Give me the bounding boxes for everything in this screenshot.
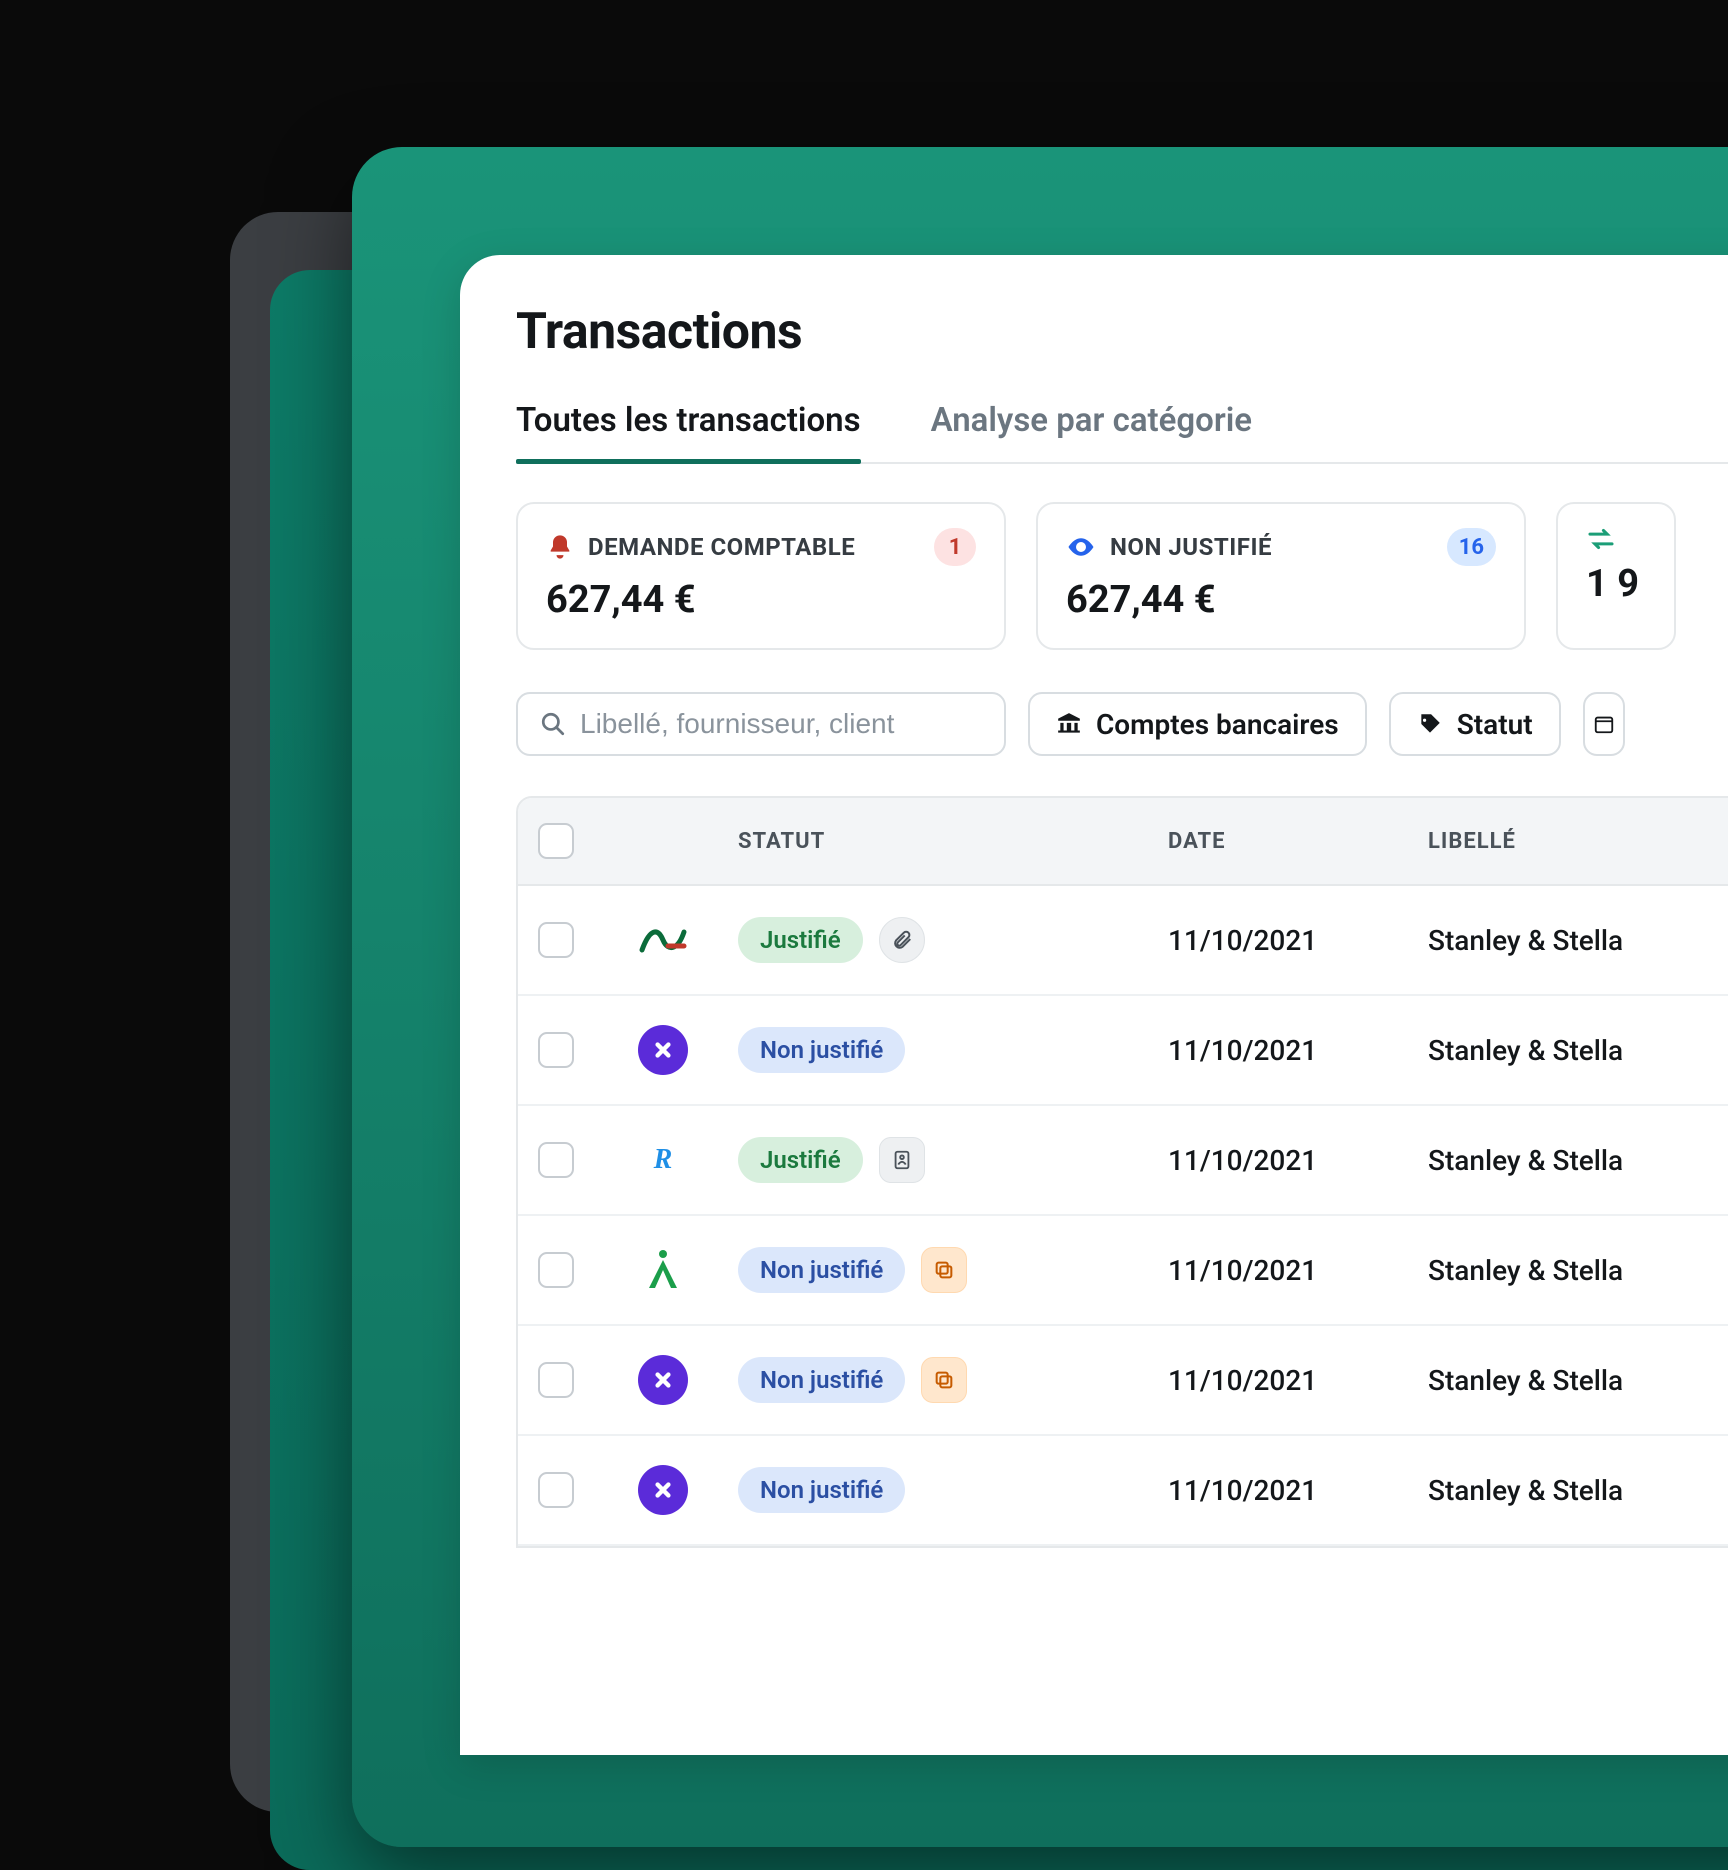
eye-icon (1066, 532, 1096, 562)
col-date: DATE (1168, 829, 1428, 854)
app-window: Transactions Toutes les transactions Ana… (352, 147, 1728, 1847)
row-date: 11/10/2021 (1168, 1254, 1428, 1287)
row-label: Stanley & Stella (1428, 1364, 1728, 1397)
table-row[interactable]: Non justifié 11/10/2021 Stanley & Stella (518, 996, 1728, 1106)
row-date: 11/10/2021 (1168, 1034, 1428, 1067)
summary-row: DEMANDE COMPTABLE 1 627,44 € NON JUSTIFI… (516, 502, 1728, 650)
bell-icon (546, 533, 574, 561)
status-pill: Non justifié (738, 1357, 905, 1403)
status-pill: Non justifié (738, 1027, 905, 1073)
tab-all-transactions[interactable]: Toutes les transactions (516, 401, 861, 462)
row-label: Stanley & Stella (1428, 1144, 1728, 1177)
table-row[interactable]: R Justifié 11/10/2021 Stanley & Stella (518, 1106, 1728, 1216)
search-icon (540, 711, 566, 737)
summary-card-clipped[interactable]: 1 9 (1556, 502, 1676, 650)
row-label: Stanley & Stella (1428, 1474, 1728, 1507)
summary-card-unjustified[interactable]: NON JUSTIFIÉ 16 627,44 € (1036, 502, 1526, 650)
summary-badge: 1 (934, 528, 976, 566)
row-checkbox[interactable] (538, 1032, 574, 1068)
row-date: 11/10/2021 (1168, 924, 1428, 957)
copy-icon[interactable] (921, 1247, 967, 1293)
filter-status[interactable]: Statut (1389, 692, 1561, 756)
bank-logo-purple (638, 1355, 688, 1405)
bank-icon (1056, 711, 1082, 737)
table-header: STATUT DATE LIBELLÉ (518, 798, 1728, 886)
table-row[interactable]: Non justifié 11/10/2021 Stanley & Stella (518, 1436, 1728, 1546)
row-date: 11/10/2021 (1168, 1144, 1428, 1177)
swap-icon (1586, 528, 1616, 550)
calendar-icon (1593, 711, 1615, 737)
row-checkbox[interactable] (538, 1142, 574, 1178)
bank-logo-ca (638, 915, 688, 965)
row-checkbox[interactable] (538, 1472, 574, 1508)
page-title: Transactions (516, 303, 1728, 361)
filter-label: Statut (1457, 708, 1533, 741)
content-card: Transactions Toutes les transactions Ana… (460, 255, 1728, 1755)
summary-badge: 16 (1447, 528, 1496, 566)
tabs: Toutes les transactions Analyse par caté… (516, 401, 1728, 464)
search-input-wrapper[interactable] (516, 692, 1006, 756)
transactions-table: STATUT DATE LIBELLÉ Justifié (516, 796, 1728, 1548)
table-row[interactable]: Non justifié 11/10/2021 Stanley & Stella (518, 1326, 1728, 1436)
search-input[interactable] (580, 708, 982, 740)
row-label: Stanley & Stella (1428, 1034, 1728, 1067)
filter-clipped[interactable] (1583, 692, 1625, 756)
row-checkbox[interactable] (538, 1362, 574, 1398)
filter-label: Comptes bancaires (1096, 708, 1339, 741)
paperclip-icon[interactable] (879, 917, 925, 963)
summary-value: 1 9 (1586, 562, 1646, 606)
filter-bank-accounts[interactable]: Comptes bancaires (1028, 692, 1367, 756)
summary-value: 627,44 € (546, 578, 976, 622)
row-label: Stanley & Stella (1428, 924, 1728, 957)
table-row[interactable]: Non justifié 11/10/2021 Stanley & Stella (518, 1216, 1728, 1326)
summary-label: NON JUSTIFIÉ (1110, 533, 1272, 561)
tag-icon (1417, 711, 1443, 737)
receipt-icon[interactable] (879, 1137, 925, 1183)
status-pill: Justifié (738, 1137, 863, 1183)
table-row[interactable]: Justifié 11/10/2021 Stanley & Stella (518, 886, 1728, 996)
row-checkbox[interactable] (538, 922, 574, 958)
select-all-checkbox[interactable] (538, 823, 574, 859)
row-checkbox[interactable] (538, 1252, 574, 1288)
summary-label: DEMANDE COMPTABLE (588, 533, 855, 561)
bank-logo-revolut: R (638, 1135, 688, 1185)
status-pill: Non justifié (738, 1467, 905, 1513)
status-pill: Justifié (738, 917, 863, 963)
summary-card-accounting-request[interactable]: DEMANDE COMPTABLE 1 627,44 € (516, 502, 1006, 650)
summary-value: 627,44 € (1066, 578, 1496, 622)
col-status: STATUT (738, 829, 1168, 854)
tab-category-analysis[interactable]: Analyse par catégorie (931, 401, 1252, 462)
copy-icon[interactable] (921, 1357, 967, 1403)
bank-logo-star (638, 1245, 688, 1295)
filter-row: Comptes bancaires Statut (516, 692, 1728, 756)
row-date: 11/10/2021 (1168, 1364, 1428, 1397)
bank-logo-purple (638, 1025, 688, 1075)
bank-logo-purple (638, 1465, 688, 1515)
status-pill: Non justifié (738, 1247, 905, 1293)
row-date: 11/10/2021 (1168, 1474, 1428, 1507)
row-label: Stanley & Stella (1428, 1254, 1728, 1287)
col-label: LIBELLÉ (1428, 829, 1728, 854)
